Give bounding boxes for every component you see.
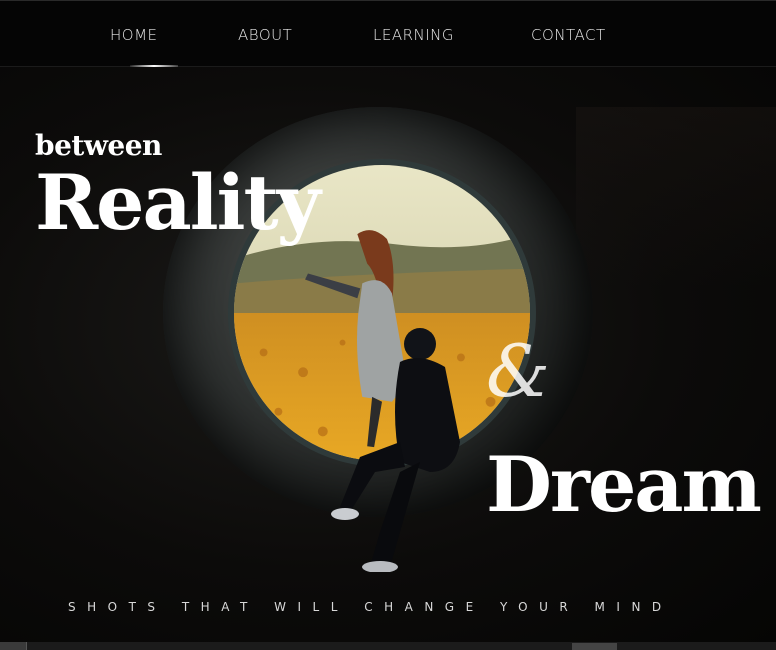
hero-section: between Reality & Dream SHOTS THAT WILL … <box>0 67 776 642</box>
hero-ampersand: & <box>486 329 551 413</box>
nav-home-link[interactable]: HOME <box>110 26 158 44</box>
scroll-left-button[interactable] <box>0 642 27 650</box>
nav-contact-link[interactable]: CONTACT <box>531 26 606 44</box>
nav-learning-link[interactable]: LEARNING <box>373 26 454 44</box>
nav-about-link[interactable]: ABOUT <box>238 26 292 44</box>
scrollbar-thumb[interactable] <box>572 643 617 650</box>
hero-title-dream: Dream <box>486 440 762 529</box>
top-navigation: HOME ABOUT LEARNING CONTACT <box>0 0 776 68</box>
hero-tagline: SHOTS THAT WILL CHANGE YOUR MIND <box>68 600 673 614</box>
hero-title-reality: Reality <box>35 158 321 247</box>
sitting-person-illustration <box>331 328 460 572</box>
horizontal-scrollbar[interactable] <box>0 642 776 650</box>
background-shade <box>576 107 776 287</box>
